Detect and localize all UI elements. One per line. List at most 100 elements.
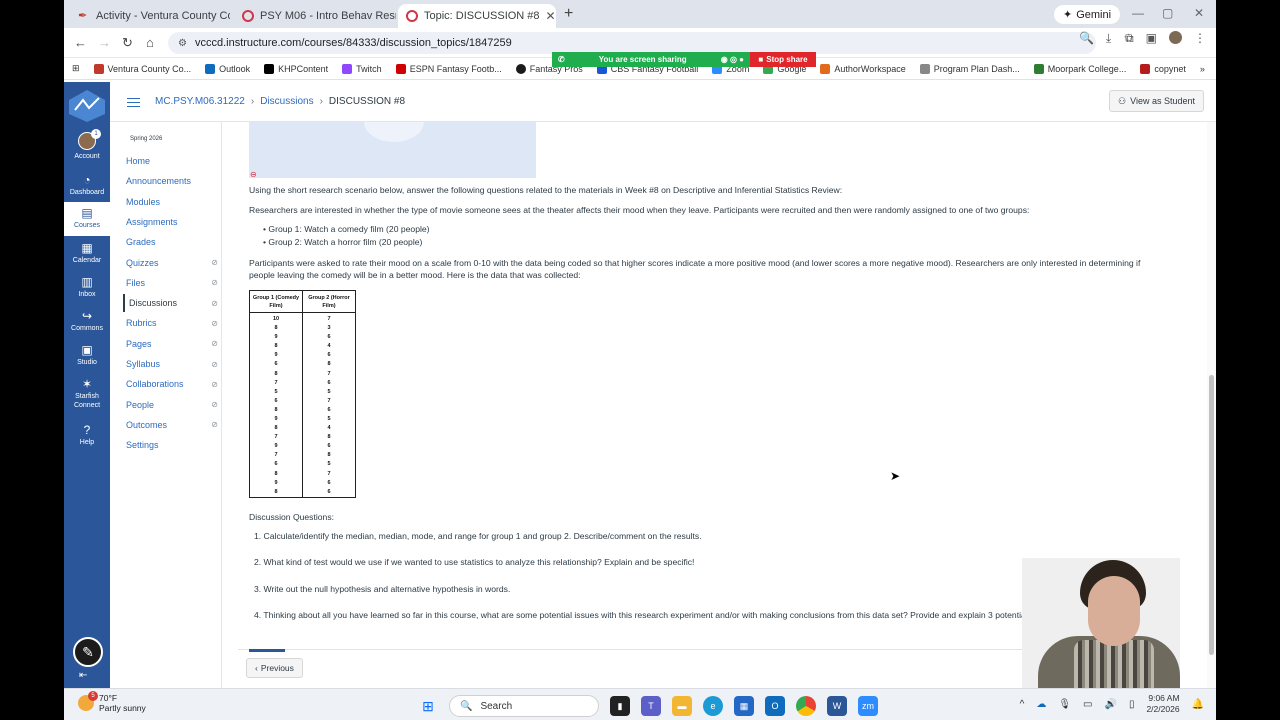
apps-icon[interactable]: ⊞ [72,63,80,74]
site-info-icon[interactable]: ⚙ [178,38,187,49]
share-controls-icon[interactable]: ◉ ◎ ● [721,55,744,64]
table-row: 86 [249,405,356,415]
breadcrumb-discussions[interactable]: Discussions [260,96,313,107]
bookmark[interactable]: ESPN Fantasy Footb... [395,63,502,74]
nav-commons[interactable]: ↪ Commons [64,310,110,333]
view-as-student-button[interactable]: ⚇ View as Student [1109,90,1204,112]
word-icon[interactable]: W [827,696,847,716]
onedrive-icon[interactable]: ☁ [1036,699,1046,710]
home-icon[interactable]: ⌂ [146,35,154,50]
zoom-icon[interactable]: 🔍 [1079,31,1094,46]
nav-calendar[interactable]: ▦ Calendar [64,242,110,265]
bookmark[interactable]: Program Plan Dash... [919,63,1020,74]
breadcrumb-course[interactable]: MC.PSY.M06.31222 [155,96,245,107]
outlook-icon[interactable]: O [765,696,785,716]
back-icon[interactable]: ← [74,35,87,50]
chrome-icon[interactable] [796,696,816,716]
weather-widget[interactable]: 5 70°F Partly sunny [78,691,146,713]
course-nav-item-people[interactable]: People ⊘ [126,396,218,414]
nav-courses[interactable]: ▤ Courses [64,202,110,236]
menu-icon[interactable]: ⋮ [1194,31,1206,46]
install-icon[interactable]: ⤓ [1106,31,1111,46]
tab-title: Activity - Ventura County Comm... [96,10,230,22]
chevron-up-icon[interactable]: ^ [1020,699,1025,710]
address-bar[interactable]: ⚙ vcccd.instructure.com/courses/84333/di… [168,32,1096,54]
microphone-icon[interactable]: 🎙 [1058,699,1071,710]
search-placeholder: Search [480,700,513,712]
table-cell: 10 [249,312,303,324]
tab-activity[interactable]: ✒ Activity - Ventura County Comm... [70,4,230,28]
course-nav-item-assignments[interactable]: Assignments [126,213,218,231]
course-nav-item-announcements[interactable]: Announcements [126,172,218,190]
bookmark[interactable]: KHPContent [264,63,329,74]
bookmark[interactable]: Outlook [205,63,250,74]
course-nav-item-outcomes[interactable]: Outcomes ⊘ [126,416,218,434]
restore-icon[interactable]: ▢ [1162,6,1173,20]
collapse-nav-icon[interactable]: ⇤ [79,670,87,681]
bookmark[interactable]: Moorpark College... [1033,63,1126,74]
sidepanel-icon[interactable]: ▣ [1146,31,1157,46]
notifications-icon[interactable]: 🔔 [1192,699,1204,710]
close-window-icon[interactable]: ✕ [1194,6,1204,20]
scrollbar-thumb[interactable] [1209,375,1214,655]
stop-share-button[interactable]: ■ Stop share [750,52,816,67]
gemini-button[interactable]: ✦ Gemini [1054,5,1121,24]
extensions-icon[interactable]: ⧉ [1125,31,1134,46]
forward-icon[interactable]: → [98,35,111,50]
url-text: vcccd.instructure.com/courses/84333/disc… [194,37,512,49]
course-nav-item-modules[interactable]: Modules [126,193,218,211]
edge-icon[interactable]: e [703,696,723,716]
zoom-app-icon[interactable]: zm [858,696,878,716]
course-nav-item-syllabus[interactable]: Syllabus ⊘ [126,355,218,373]
reload-icon[interactable]: ↻ [122,35,133,51]
bookmark[interactable]: Ventura County Co... [93,63,191,74]
taskbar-search[interactable]: 🔍 Search [449,695,599,717]
network-icon[interactable]: ▭ [1083,699,1092,710]
nav-dashboard[interactable]: ◔ Dashboard [64,174,110,197]
course-nav-item-discussions[interactable]: Discussions ⊘ [123,294,218,313]
table-row: 96 [249,351,356,361]
tab-psy-m06[interactable]: PSY M06 - Intro Behav Resrch M... [234,4,396,28]
nav-help[interactable]: ? Help [64,424,110,447]
course-nav-item-quizzes[interactable]: Quizzes ⊘ [126,254,218,272]
bookmark[interactable]: Twitch [342,63,382,74]
canvas-logo[interactable] [67,88,107,122]
bookmark[interactable]: copynet [1140,63,1186,74]
bookmark[interactable]: AuthorWorkspace [820,63,906,74]
battery-icon[interactable]: ▯ [1129,699,1135,710]
volume-icon[interactable]: 🔊 [1104,699,1116,710]
course-nav-item-grades[interactable]: Grades [126,233,218,251]
nav-starfish[interactable]: ✶ Starfish Connect [64,378,110,410]
clock[interactable]: 9:06 AM 2/2/2026 [1146,693,1179,715]
bookmark-label: KHPContent [278,63,329,74]
profile-icon[interactable] [1169,31,1182,44]
nav-label: Calendar [72,257,102,264]
windows-start-icon[interactable]: ⊞ [418,696,438,716]
previous-button[interactable]: ‹ Previous [246,658,303,678]
course-nav-item-collaborations[interactable]: Collaborations ⊘ [126,375,218,393]
course-nav-item-files[interactable]: Files ⊘ [126,274,218,292]
pencil-icon[interactable]: ✎ [73,637,103,667]
close-tab-icon[interactable]: ✕ [546,9,556,23]
course-nav-item-home[interactable]: Home [126,152,218,170]
scenario-paragraph: Researchers are interested in whether th… [249,205,1030,215]
nav-studio[interactable]: ▣ Studio [64,344,110,367]
course-navigation: Spring 2026 Home Announcements Modules Assi… [110,122,222,688]
course-nav-item-rubrics[interactable]: Rubrics ⊘ [126,314,218,332]
more-bookmarks-icon[interactable]: » [1200,64,1205,74]
file-explorer-icon[interactable]: ▬ [672,696,692,716]
tab-discussion[interactable]: Topic: DISCUSSION #8 ✕ [398,4,556,28]
store-icon[interactable]: ▦ [734,696,754,716]
table-cell: 5 [302,387,356,397]
stop-share-label: Stop share [766,55,808,64]
hamburger-menu-icon[interactable] [127,98,140,107]
minimize-icon[interactable]: — [1132,6,1144,20]
teams-icon[interactable]: T [641,696,661,716]
course-nav-item-pages[interactable]: Pages ⊘ [126,335,218,353]
task-view-icon[interactable]: ▮ [610,696,630,716]
course-nav-item-settings[interactable]: Settings [126,436,218,454]
nav-account[interactable]: 1 Account [64,129,110,161]
new-tab-button[interactable]: + [564,5,573,23]
course-nav-label: Announcements [126,176,192,187]
nav-inbox[interactable]: ▥ Inbox [64,276,110,299]
